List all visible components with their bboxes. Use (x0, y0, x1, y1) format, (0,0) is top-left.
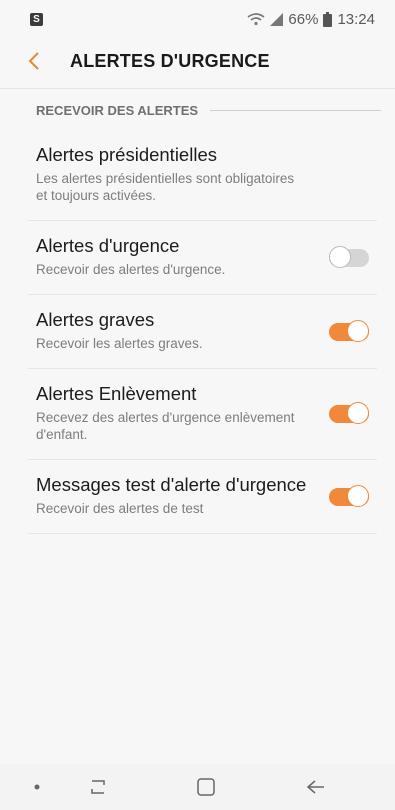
list-item-title: Alertes présidentielles (36, 144, 217, 165)
chevron-left-icon (28, 52, 39, 70)
header-divider (0, 88, 395, 89)
back-arrow-icon (306, 780, 324, 794)
list-item-title: Alertes d'urgence (36, 235, 180, 256)
test-messages-toggle[interactable] (329, 484, 369, 509)
nav-back-button[interactable] (298, 764, 334, 810)
recents-icon (91, 780, 105, 794)
page-title: ALERTES D'URGENCE (70, 50, 270, 71)
list-item-emergency-alerts[interactable]: Alertes d'urgence Recevoir des alertes d… (28, 221, 377, 295)
list-item-title: Alertes Enlèvement (36, 383, 197, 404)
list-item-amber-alerts[interactable]: Alertes Enlèvement Recevez des alertes d… (28, 369, 377, 460)
toggle-knob (347, 484, 369, 507)
toggle-knob (347, 402, 369, 424)
battery-icon (323, 11, 333, 27)
list-item-presidential-alerts[interactable]: Alertes présidentielles Les alertes prés… (28, 130, 377, 221)
dot-icon (34, 784, 40, 790)
list-item-title: Messages test d'alerte d'urgence (36, 474, 307, 495)
emergency-alerts-toggle[interactable] (329, 245, 369, 270)
toggle-knob (329, 245, 351, 268)
list-item-subtitle: Recevoir des alertes d'urgence. (36, 262, 226, 277)
battery-percent: 66% (288, 10, 319, 28)
list-item-subtitle: Les alertes présidentielles sont obligat… (36, 171, 295, 203)
recents-button[interactable] (80, 764, 116, 810)
nav-dot-button[interactable] (22, 764, 52, 810)
signal-icon (270, 12, 284, 26)
alerts-list: Alertes présidentielles Les alertes prés… (0, 130, 395, 534)
notification-icon: S (30, 12, 43, 26)
home-button[interactable] (188, 764, 224, 810)
app-bar: ALERTES D'URGENCE (0, 40, 395, 82)
list-item-subtitle: Recevoir les alertes graves. (36, 336, 203, 351)
section-title: RECEVOIR DES ALERTES (36, 103, 199, 118)
navigation-bar (0, 764, 395, 810)
section-divider (210, 110, 381, 111)
status-bar: S 66% 13:24 (0, 0, 395, 38)
amber-alerts-toggle[interactable] (329, 402, 369, 426)
severe-alerts-toggle[interactable] (329, 319, 369, 344)
wifi-icon (247, 13, 265, 26)
list-item-severe-alerts[interactable]: Alertes graves Recevoir les alertes grav… (28, 295, 377, 369)
home-icon (197, 778, 215, 796)
toggle-knob (347, 319, 369, 342)
list-item-title: Alertes graves (36, 309, 155, 330)
section-header: RECEVOIR DES ALERTES (36, 103, 381, 118)
list-item-test-messages[interactable]: Messages test d'alerte d'urgence Recevoi… (28, 460, 377, 534)
back-button[interactable] (0, 40, 70, 82)
clock: 13:24 (337, 10, 375, 28)
list-item-subtitle: Recevoir des alertes de test (36, 501, 204, 516)
list-item-subtitle: Recevez des alertes d'urgence enlèvement… (36, 410, 295, 442)
